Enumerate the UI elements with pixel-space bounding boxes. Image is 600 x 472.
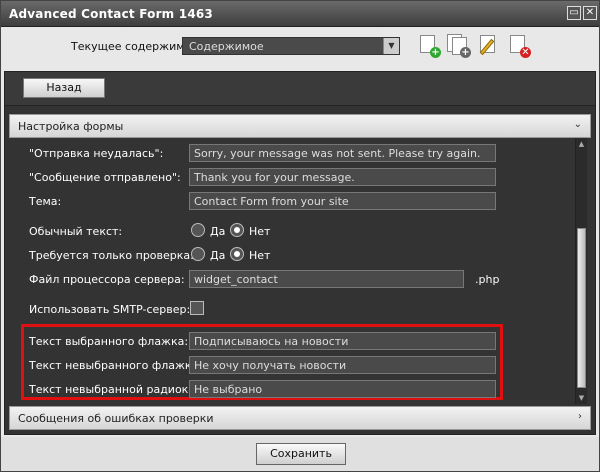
delete-content-icon[interactable]: ✕ <box>507 34 531 58</box>
row-send-failed: "Отправка неудалась": Sorry, your messag… <box>9 144 569 164</box>
only-check-yes-radio[interactable] <box>191 247 205 261</box>
plain-text-no-radio[interactable] <box>230 223 244 237</box>
save-button[interactable]: Сохранить <box>256 443 346 465</box>
title-bar: Advanced Contact Form 1463 ▭ ✕ <box>1 1 599 27</box>
chevron-right-icon: › <box>578 411 582 422</box>
window-title: Advanced Contact Form 1463 <box>9 7 213 21</box>
plain-text-yes-label: Да <box>210 225 226 238</box>
row-only-check: Требуется только проверка: Да Нет <box>9 246 569 266</box>
content-select-value: Содержимое <box>189 40 264 53</box>
unchecked-box-text-label: Текст невыбранного флажка: <box>29 359 203 372</box>
unchecked-radio-text-input[interactable]: Не выбрано <box>189 380 496 398</box>
send-failed-input[interactable]: Sorry, your message was not sent. Please… <box>189 144 496 162</box>
content-toolbar: Текущее содержимое: Содержимое ▼ + + ✕ <box>1 27 599 69</box>
smtp-label: Использовать SMTP-сервер: <box>29 303 191 316</box>
only-check-no-radio[interactable] <box>230 247 244 261</box>
unchecked-box-text-input[interactable]: Не хочу получать новости <box>189 356 496 374</box>
only-check-yes-label: Да <box>210 249 226 262</box>
row-message-sent: "Сообщение отправлено": Thank you for yo… <box>9 168 569 188</box>
footer-bar: Сохранить <box>1 437 599 471</box>
section-validation-errors-title: Сообщения об ошибках проверки <box>18 412 214 425</box>
vertical-scrollbar[interactable]: ▲ ▼ <box>575 138 587 404</box>
subject-label: Тема: <box>29 195 62 208</box>
smtp-checkbox[interactable] <box>190 301 204 315</box>
message-sent-input[interactable]: Thank you for your message. <box>189 168 496 186</box>
send-failed-label: "Отправка неудалась": <box>29 147 164 160</box>
plain-text-no-label: Нет <box>249 225 271 238</box>
row-checked-box-text: Текст выбранного флажка: Подписываюсь на… <box>9 332 569 352</box>
row-plain-text: Обычный текст: Да Нет <box>9 222 569 242</box>
scrollbar-thumb[interactable] <box>577 228 586 388</box>
main-panel: Назад Настройка формы ⌄ "Отправка неудал… <box>4 71 596 435</box>
scroll-down-icon[interactable]: ▼ <box>576 392 587 404</box>
back-strip: Назад <box>5 72 595 106</box>
back-button[interactable]: Назад <box>23 78 105 98</box>
row-processor-file: Файл процессора сервера: widget_contact … <box>9 270 569 290</box>
copy-content-icon[interactable]: + <box>447 34 471 58</box>
plain-text-yes-radio[interactable] <box>191 223 205 237</box>
checked-box-text-input[interactable]: Подписываюсь на новости <box>189 332 496 350</box>
chevron-down-icon: ▼ <box>383 38 399 54</box>
processor-file-input[interactable]: widget_contact <box>189 270 464 288</box>
processor-file-label: Файл процессора сервера: <box>29 273 185 286</box>
close-button[interactable]: ✕ <box>583 6 597 20</box>
section-form-settings[interactable]: Настройка формы ⌄ <box>9 114 591 138</box>
section-validation-errors[interactable]: Сообщения об ошибках проверки › <box>9 406 591 430</box>
dialog-window: Advanced Contact Form 1463 ▭ ✕ Текущее с… <box>0 0 600 472</box>
row-subject: Тема: Contact Form from your site <box>9 192 569 212</box>
chevron-down-icon: ⌄ <box>573 119 582 130</box>
checked-box-text-label: Текст выбранного флажка: <box>29 335 189 348</box>
row-smtp: Использовать SMTP-сервер: <box>9 300 569 320</box>
content-select[interactable]: Содержимое ▼ <box>182 37 400 55</box>
form-settings-body: "Отправка неудалась": Sorry, your messag… <box>9 138 591 404</box>
edit-content-icon[interactable] <box>477 34 501 58</box>
processor-file-suffix: .php <box>475 273 500 286</box>
message-sent-label: "Сообщение отправлено": <box>29 171 181 184</box>
scroll-up-icon[interactable]: ▲ <box>576 138 587 150</box>
maximize-button[interactable]: ▭ <box>567 6 581 20</box>
add-content-icon[interactable]: + <box>417 34 441 58</box>
row-unchecked-radio-text: Текст невыбранной радиокнопки: Не выбран… <box>9 380 569 400</box>
plain-text-label: Обычный текст: <box>29 225 123 238</box>
only-check-no-label: Нет <box>249 249 271 262</box>
section-form-settings-title: Настройка формы <box>18 120 124 133</box>
only-check-label: Требуется только проверка: <box>29 249 194 262</box>
subject-input[interactable]: Contact Form from your site <box>189 192 496 210</box>
row-unchecked-box-text: Текст невыбранного флажка: Не хочу получ… <box>9 356 569 376</box>
